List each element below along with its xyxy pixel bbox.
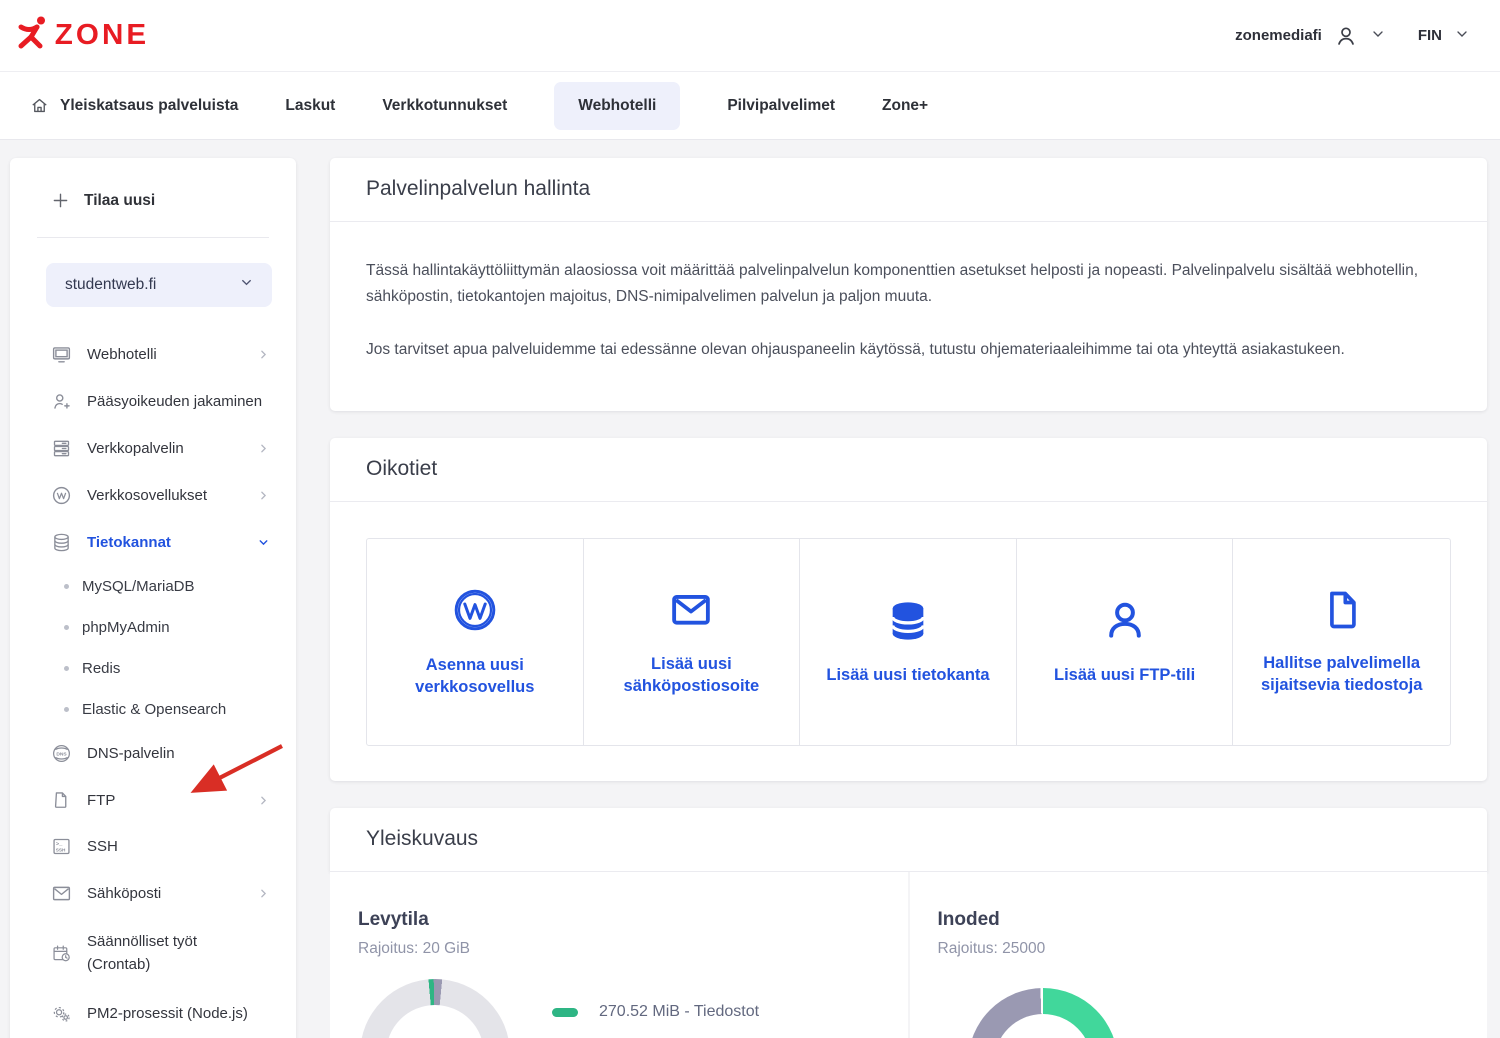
svg-text:SSH: SSH (55, 848, 65, 854)
envelope-icon (668, 587, 714, 633)
management-paragraph-1: Tässä hallintakäyttöliittymän alaosiossa… (366, 258, 1451, 310)
top-bar: ZONE zonemediafi FIN (0, 0, 1500, 71)
shortcuts-card-header: Oikotiet (330, 438, 1487, 502)
svg-text:DNS: DNS (56, 752, 67, 758)
database-icon (885, 598, 931, 644)
nav-item-laskut[interactable]: Laskut (285, 97, 335, 115)
brand-text: ZONE (55, 18, 149, 51)
chevron-right-icon (257, 794, 270, 807)
runner-icon (21, 17, 45, 47)
sidebar-item-paasyoikeuden-jakaminen[interactable]: Pääsyoikeuden jakaminen (10, 378, 296, 425)
sidebar-item-verkkosovellukset[interactable]: Verkkosovellukset (10, 472, 296, 519)
user-plus-icon (50, 391, 72, 412)
main-content: Palvelinpalvelun hallinta Tässä hallinta… (330, 158, 1487, 1038)
inode-panel-limit: Rajoitus: 25000 (938, 940, 1460, 958)
sidebar-item-verkkopalvelin[interactable]: Verkkopalvelin (10, 425, 296, 472)
zone-logo[interactable]: ZONE (14, 13, 150, 58)
monitor-icon (50, 344, 72, 365)
disk-panel-title: Levytila (358, 909, 880, 931)
plus-icon (50, 190, 71, 211)
nav-item-verkkotunnukset[interactable]: Verkkotunnukset (382, 97, 507, 115)
disk-usage-legend: 270.52 MiB - Tiedostot (552, 1003, 759, 1021)
inode-usage-donut-chart (968, 988, 1118, 1038)
gears-icon (50, 1003, 72, 1024)
legend-swatch-files (552, 1008, 578, 1017)
shortcut-tiles: Asenna uusi verkkosovellus Lisää uusi sä… (366, 538, 1451, 746)
sidebar-subitem-mysql-mariadb[interactable]: MySQL/MariaDB (10, 566, 296, 607)
shortcut-manage-files[interactable]: Hallitse palvelimella sijaitsevia tiedos… (1233, 539, 1450, 745)
chevron-down-icon (239, 275, 254, 295)
sidebar-item-crontab[interactable]: Säännölliset työt (Crontab) (10, 917, 296, 990)
sidebar-subitem-redis[interactable]: Redis (10, 648, 296, 689)
sidebar-subitem-phpmyadmin[interactable]: phpMyAdmin (10, 607, 296, 648)
shortcuts-card: Oikotiet Asenna uusi verkkosovellus Lisä… (330, 438, 1487, 781)
bullet-icon (64, 666, 69, 671)
legend-label-files: 270.52 MiB - Tiedostot (599, 1003, 759, 1021)
bullet-icon (64, 625, 69, 630)
ssh-terminal-icon: >_SSH (50, 836, 72, 857)
sidebar: Tilaa uusi studentweb.fi Webhotelli Pääs… (10, 158, 296, 1038)
sidebar-item-ftp[interactable]: FTP (10, 777, 296, 823)
envelope-icon (50, 883, 72, 904)
nav-item-webhotelli[interactable]: Webhotelli (554, 82, 680, 130)
wordpress-icon (50, 485, 72, 506)
nav-item-zone-plus[interactable]: Zone+ (882, 97, 928, 115)
management-card-header: Palvelinpalvelun hallinta (330, 158, 1487, 222)
sidebar-item-webhotelli[interactable]: Webhotelli (10, 331, 296, 378)
calendar-clock-icon (50, 943, 72, 964)
wordpress-icon (451, 586, 499, 634)
sidebar-item-sahkoposti[interactable]: Sähköposti (10, 870, 296, 917)
main-nav: Yleiskatsaus palveluista Laskut Verkkotu… (0, 71, 1500, 140)
disk-usage-panel: Levytila Rajoitus: 20 GiB 270.52 MiB - T… (330, 872, 908, 1038)
shortcuts-title: Oikotiet (366, 457, 1451, 481)
svg-text:>_: >_ (55, 841, 62, 848)
file-icon (1320, 588, 1364, 632)
chevron-right-icon (257, 489, 270, 502)
shortcut-install-webapp[interactable]: Asenna uusi verkkosovellus (367, 539, 584, 745)
account-chevron-down-icon[interactable] (1370, 26, 1386, 46)
overview-title: Yleiskuvaus (366, 827, 1451, 851)
dns-globe-icon: DNS (50, 743, 72, 764)
bullet-icon (64, 707, 69, 712)
database-icon (50, 532, 72, 553)
sidebar-subitem-elastic-opensearch[interactable]: Elastic & Opensearch (10, 689, 296, 730)
order-new-button[interactable]: Tilaa uusi (10, 188, 296, 211)
inode-panel-title: Inoded (938, 909, 1460, 931)
shortcut-add-ftp-account[interactable]: Lisää uusi FTP-tili (1017, 539, 1234, 745)
sidebar-item-ssh[interactable]: >_SSH SSH (10, 823, 296, 870)
disk-panel-limit: Rajoitus: 20 GiB (358, 940, 880, 958)
account-name[interactable]: zonemediafi (1235, 27, 1322, 44)
overview-card-header: Yleiskuvaus (330, 808, 1487, 872)
home-icon (30, 96, 49, 115)
sidebar-item-pm2[interactable]: PM2-prosessit (Node.js) (10, 990, 296, 1037)
language-selector[interactable]: FIN (1418, 27, 1442, 44)
shortcut-add-database[interactable]: Lisää uusi tietokanta (800, 539, 1017, 745)
chevron-down-icon (257, 536, 270, 549)
account-icon[interactable] (1334, 24, 1358, 48)
chevron-right-icon (257, 348, 270, 361)
file-icon (50, 790, 72, 810)
chevron-right-icon (257, 442, 270, 455)
domain-selector[interactable]: studentweb.fi (46, 263, 272, 307)
disk-usage-donut-chart (360, 979, 510, 1038)
management-card: Palvelinpalvelun hallinta Tässä hallinta… (330, 158, 1487, 411)
server-icon (50, 438, 72, 459)
nav-item-pilvipalvelimet[interactable]: Pilvipalvelimet (727, 97, 835, 115)
bullet-icon (64, 584, 69, 589)
overview-card: Yleiskuvaus Levytila Rajoitus: 20 GiB 27… (330, 808, 1487, 1038)
page-title: Palvelinpalvelun hallinta (366, 177, 1451, 201)
management-paragraph-2: Jos tarvitset apua palveluidemme tai ede… (366, 337, 1451, 363)
sidebar-item-tietokannat[interactable]: Tietokannat (10, 519, 296, 566)
sidebar-divider (37, 237, 269, 238)
overview-panels: Levytila Rajoitus: 20 GiB 270.52 MiB - T… (330, 872, 1487, 1038)
chevron-right-icon (257, 887, 270, 900)
inode-usage-panel: Inoded Rajoitus: 25000 (910, 872, 1488, 1038)
sidebar-item-dns-palvelin[interactable]: DNS DNS-palvelin (10, 730, 296, 777)
user-icon (1102, 598, 1148, 644)
shortcut-add-email[interactable]: Lisää uusi sähköpostiosoite (584, 539, 801, 745)
language-chevron-down-icon[interactable] (1454, 26, 1470, 46)
nav-item-yleiskatsaus[interactable]: Yleiskatsaus palveluista (30, 96, 238, 115)
